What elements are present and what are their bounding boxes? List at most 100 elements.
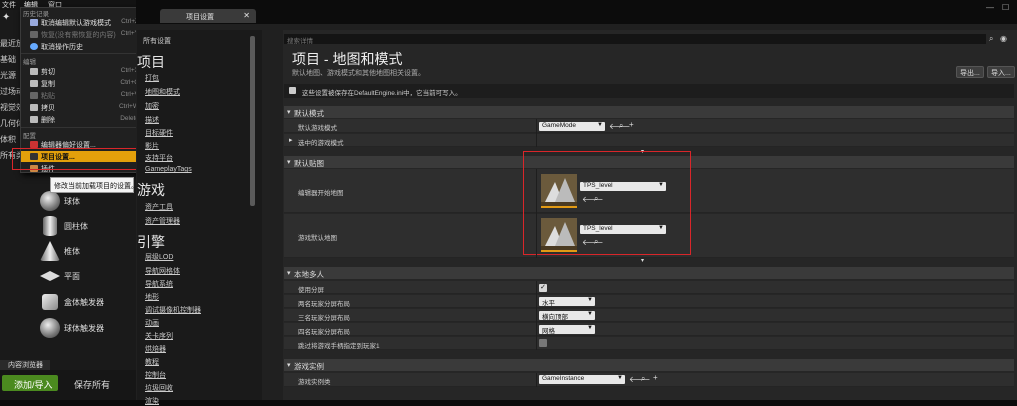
category-all-settings[interactable]: 所有设置 [143,36,171,46]
menu-item-delete[interactable]: 删除 Delete [21,114,143,125]
shape-cone[interactable]: 椎体 [36,240,132,262]
column-divider[interactable] [536,169,537,258]
duplicate-icon [30,104,38,111]
category-description[interactable]: 描述 [145,115,159,125]
menu-item-undo[interactable]: 取消编辑默认游戏模式 Ctrl+Z [21,17,143,28]
section-default-modes[interactable]: ▾ 默认模式 [284,106,1014,118]
row-skip-gamepad: 跳过将游戏手柄指定到玩家1 [284,337,1014,350]
mode-basic[interactable]: 基础 [0,54,16,65]
category-target-hardware[interactable]: 目标硬件 [145,128,173,138]
categories-scrollbar[interactable] [250,36,255,206]
use-splitscreen-checkbox[interactable]: ✓ [539,284,547,292]
row-selected-game-mode[interactable]: ▸ 选中的游戏模式 [284,134,1014,147]
shape-plane[interactable]: 平面 [36,265,132,287]
three-player-layout-combo[interactable]: 横向顶部 ▼ [539,311,595,321]
menu-item-copy[interactable]: 复制 Ctrl+C [21,78,143,89]
eye-icon[interactable]: ◉ [1000,34,1007,43]
game-mode-combo[interactable]: GameMode ▼ [539,122,605,131]
category-level-sequence[interactable]: 关卡序列 [145,331,173,341]
category-asset-manager[interactable]: 资产管理器 [145,216,180,226]
category-header-game: 游戏 [137,182,165,198]
chevron-down-icon: ▼ [617,375,623,381]
delete-icon [30,116,38,123]
four-player-layout-combo[interactable]: 网格 ▼ [539,325,595,335]
row-four-player-layout: 四名玩家分屏布局 [284,323,1014,336]
content-browser-tab[interactable]: 内容浏览器 [0,360,50,370]
collapse-arrow-icon: ▾ [287,159,291,166]
mode-lights[interactable]: 光源 [0,70,16,81]
minimize-icon[interactable]: — [986,3,994,12]
skip-gamepad-checkbox[interactable] [539,339,547,347]
export-button[interactable]: 导出... [956,66,984,78]
category-animation[interactable]: 动画 [145,318,159,328]
shape-box-trigger[interactable]: 盒体触发器 [36,291,132,313]
project-settings-tab[interactable]: 项目设置 ✕ [160,9,256,23]
category-hlod[interactable]: 层级LOD [145,252,173,262]
category-encryption[interactable]: 加密 [145,101,159,111]
column-divider[interactable] [536,119,537,147]
highlight-box-menu [12,148,140,170]
category-gameplay-tags[interactable]: GameplayTags [145,166,192,173]
search-icon[interactable]: ⌕ [641,374,645,384]
menu-item-redo[interactable]: 恢复(没有需恢复的内容) Ctrl+Y [21,29,143,40]
close-icon[interactable]: ✕ [243,11,250,20]
category-header-project: 项目 [137,54,165,70]
menu-separator [21,53,143,54]
highlight-box-maps [523,151,691,255]
settings-categories: 所有设置 项目 打包 地图和模式 加密 描述 目标硬件 影片 支持平台 Game… [137,30,262,405]
category-header-engine: 引擎 [137,234,165,250]
search-icon[interactable]: ⌕ [619,121,623,131]
search-icon[interactable]: ⌕ [989,34,993,44]
undo-icon [30,19,38,26]
menu-file[interactable]: 文件 [2,0,16,10]
two-player-layout-combo[interactable]: 水平 ▼ [539,297,595,307]
column-divider[interactable] [536,281,537,350]
category-debug-camera[interactable]: 调试摄像机控制器 [145,305,201,315]
expand-advanced-icon[interactable]: ▾ [641,257,644,264]
search-input[interactable]: 搜索详情 [284,34,986,45]
page-title: 项目 - 地图和模式 [292,51,403,67]
row-use-splitscreen: 使用分屏 [284,281,1014,294]
row-default-game-mode: 默认游戏模式 [284,119,1014,133]
menu-item-duplicate[interactable]: 拷贝 Ctrl+W [21,102,143,113]
plane-icon [40,271,60,281]
category-movies[interactable]: 影片 [145,141,159,151]
category-packaging[interactable]: 打包 [145,73,159,83]
category-tutorials[interactable]: 教程 [145,357,159,367]
category-landscape[interactable]: 地形 [145,292,159,302]
mode-volumes[interactable]: 体积 [0,134,16,145]
collapse-arrow-icon: ▾ [287,270,291,277]
copy-icon [30,80,38,87]
game-instance-combo[interactable]: GameInstance ▼ [539,375,625,384]
menu-item-undo-history[interactable]: 取消操作历史 [21,41,143,52]
category-navmesh[interactable]: 导航网格体 [145,266,180,276]
chevron-down-icon: ▼ [597,122,603,128]
add-icon[interactable]: + [653,373,658,382]
section-game-instance[interactable]: ▾ 游戏实例 [284,359,1014,371]
column-divider[interactable] [536,373,537,387]
add-icon[interactable]: + [629,120,634,129]
back-arrow-icon[interactable]: 🡐 [629,374,650,384]
page-subtitle: 默认地图、游戏模式和其他地图相关设置。 [292,70,425,77]
section-local-multiplayer[interactable]: ▾ 本地多人 [284,267,1014,279]
add-import-button[interactable]: 添加/导入 [2,375,58,391]
shape-sphere[interactable]: 球体 [36,190,132,212]
category-nav-system[interactable]: 导航系统 [145,279,173,289]
category-supported-platforms[interactable]: 支持平台 [145,153,173,163]
category-console[interactable]: 控制台 [145,370,166,380]
shape-cylinder[interactable]: 圆柱体 [36,215,132,237]
menu-item-paste[interactable]: 粘贴 Ctrl+V [21,90,143,101]
import-button[interactable]: 导入... [987,66,1015,78]
category-rendering[interactable]: 渲染 [145,396,159,406]
shape-sphere-trigger[interactable]: 球体触发器 [36,317,132,339]
unreal-logo-icon: ✦ [2,12,11,23]
save-all-button[interactable]: 保存所有 [62,375,122,391]
category-maps-modes[interactable]: 地图和模式 [145,87,180,97]
category-asset-tools[interactable]: 资产工具 [145,202,173,212]
category-cooker[interactable]: 烘焙器 [145,344,166,354]
category-garbage-collection[interactable]: 垃圾回收 [145,383,173,393]
preferences-icon [30,141,38,148]
maximize-icon[interactable]: ☐ [1002,3,1009,12]
tooltip: 修改当前加载项目的设置。 [50,177,138,193]
menu-item-cut[interactable]: 剪切 Ctrl+X [21,66,143,77]
